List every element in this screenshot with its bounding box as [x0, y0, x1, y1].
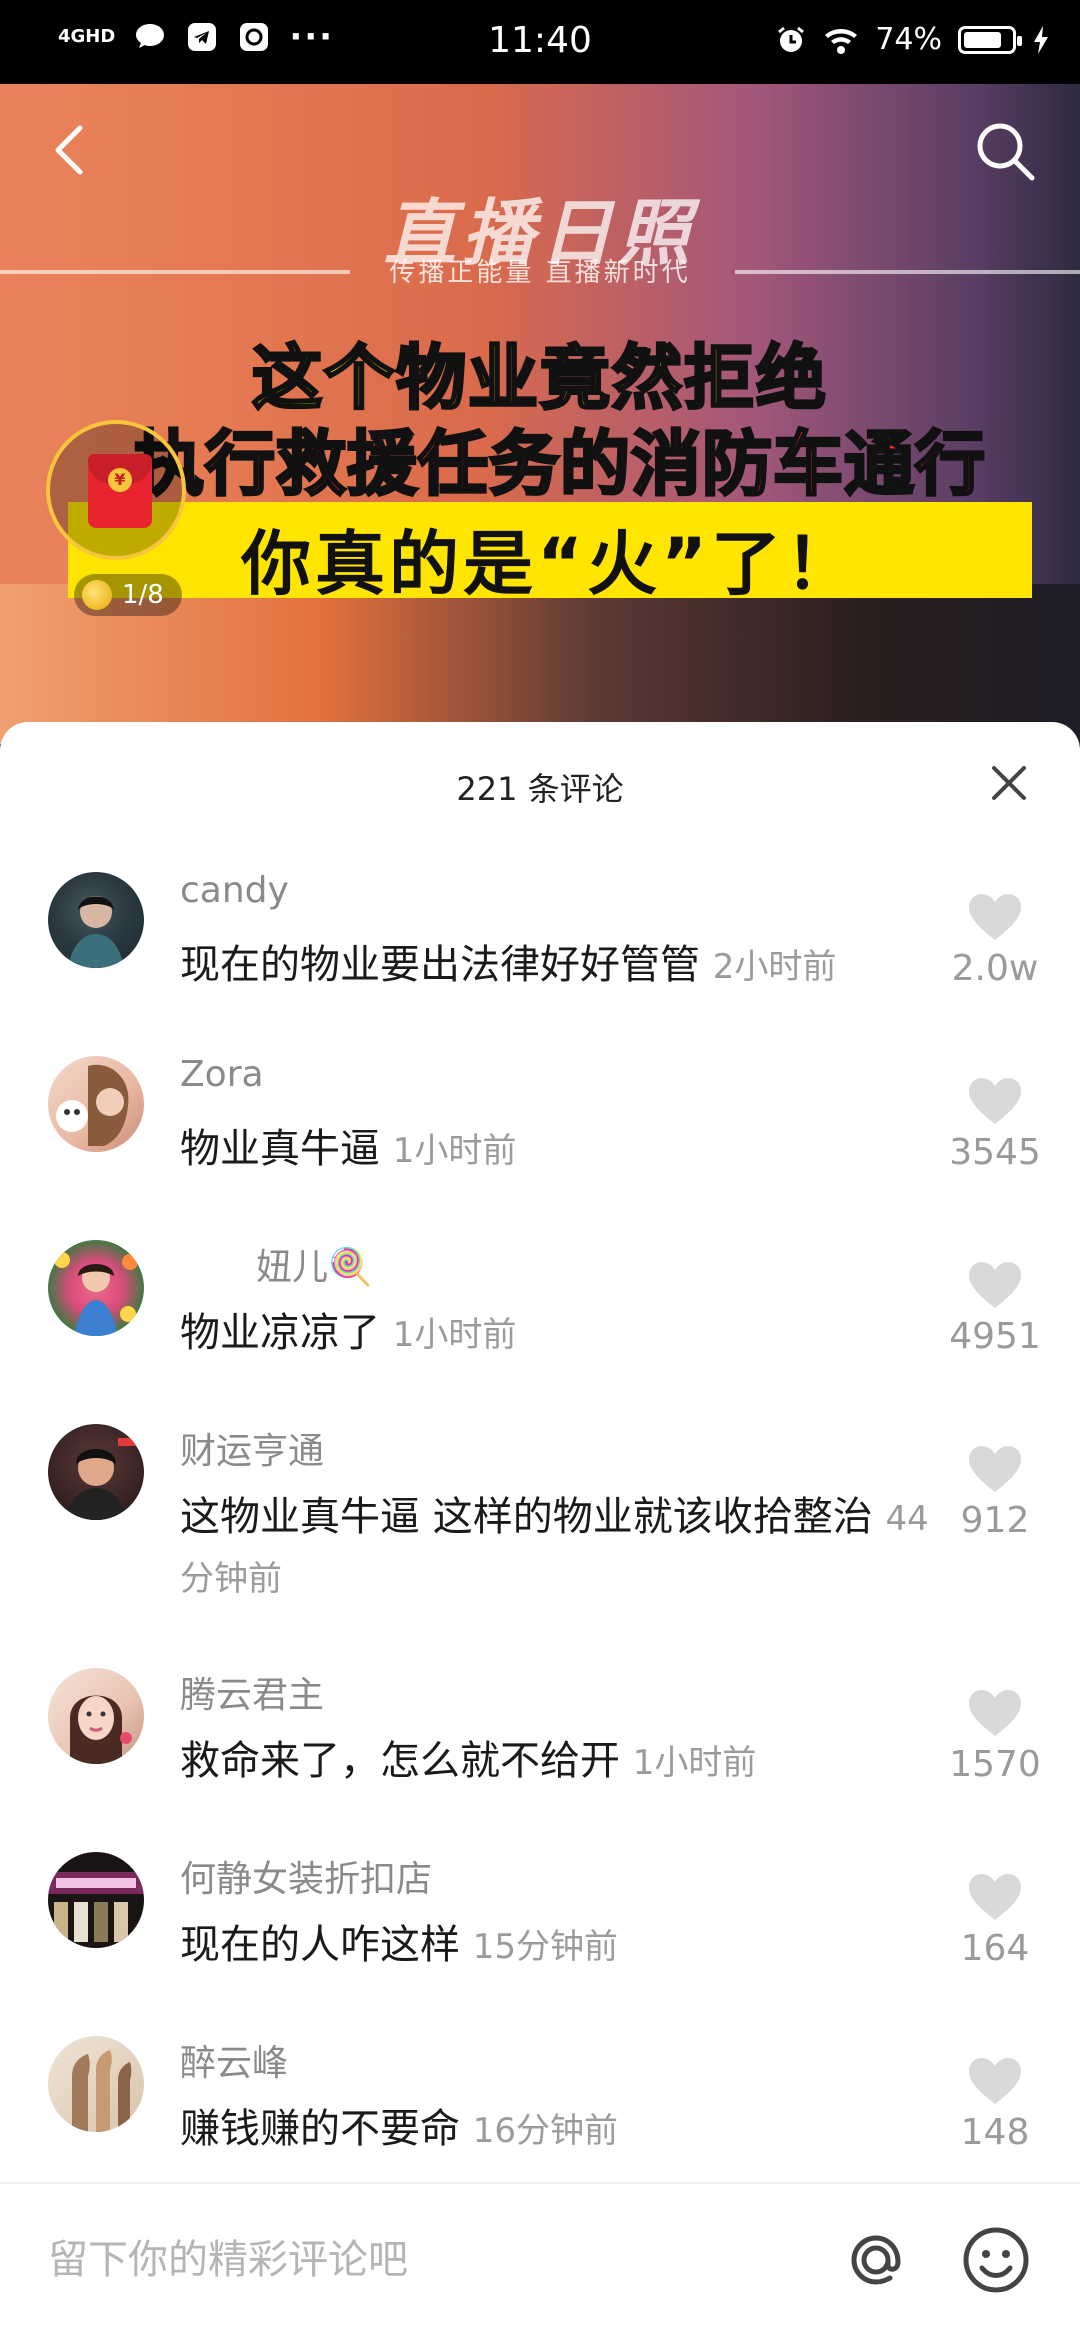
- heart-icon: [969, 894, 1021, 940]
- comment-time: 2小时前: [712, 947, 837, 987]
- comment-username[interactable]: 财运亨通: [180, 1422, 324, 1474]
- comment-item: 醉云峰 赚钱赚的不要命 16分钟前 148: [0, 2036, 1080, 2186]
- comment-username[interactable]: 妞儿🍭: [256, 1238, 373, 1290]
- comment-username[interactable]: candy: [180, 870, 289, 911]
- comment-text[interactable]: 物业真牛逼 1小时前: [180, 1120, 940, 1180]
- video-player[interactable]: 直播日照 传播正能量 直播新时代 这个物业竟然拒绝 执行救援任务的消防车通行 你…: [0, 84, 1080, 744]
- comments-sheet: 221 条评论 candy 现在的物业要出法律好好管管 2小时前 2.0w Zo…: [0, 722, 1080, 2340]
- like-count: 164: [960, 1928, 1030, 1969]
- comment-body: 这物业真牛逼 这样的物业就该收拾整治: [180, 1494, 873, 1540]
- avatar[interactable]: [48, 1424, 144, 1520]
- like-button[interactable]: 912: [940, 1444, 1050, 1541]
- heart-icon: [969, 1690, 1021, 1736]
- yuan-coin-icon: ¥: [108, 468, 132, 492]
- comment-item: 财运亨通 这物业真牛逼 这样的物业就该收拾整治 44分钟前 912: [0, 1424, 1080, 1634]
- comment-text[interactable]: 现在的人咋这样 15分钟前: [180, 1916, 940, 1976]
- video-headline-line-3: 你真的是“火”了！: [240, 523, 859, 605]
- red-packet-progress: 1/8: [122, 580, 164, 610]
- avatar[interactable]: [48, 2036, 144, 2132]
- heart-icon: [969, 1874, 1021, 1920]
- like-count: 3545: [949, 1132, 1041, 1173]
- avatar[interactable]: [48, 872, 144, 968]
- comment-username[interactable]: 何静女装折扣店: [180, 1850, 432, 1902]
- avatar[interactable]: [48, 1852, 144, 1948]
- like-button[interactable]: 1570: [940, 1688, 1050, 1785]
- emoji-icon[interactable]: [960, 2224, 1032, 2296]
- like-count: 2.0w: [951, 948, 1039, 989]
- like-button[interactable]: 164: [940, 1872, 1050, 1969]
- comment-item: candy 现在的物业要出法律好好管管 2小时前 2.0w: [0, 870, 1080, 1022]
- like-count: 4951: [949, 1316, 1041, 1357]
- comment-body: 现在的人咋这样: [180, 1922, 460, 1968]
- red-envelope-icon: ¥: [88, 454, 152, 528]
- comment-time: 1小时前: [632, 1743, 757, 1783]
- like-count: 148: [960, 2112, 1030, 2153]
- heart-icon: [969, 2058, 1021, 2104]
- like-button[interactable]: 148: [940, 2056, 1050, 2153]
- comment-body: 救命来了，怎么就不给开: [180, 1738, 620, 1784]
- video-headline-line-2: 执行救援任务的消防车通行: [133, 422, 987, 507]
- heart-icon: [969, 1262, 1021, 1308]
- comment-time: 15分钟前: [472, 1927, 618, 1967]
- comment-time: 1小时前: [392, 1131, 517, 1171]
- like-count: 912: [960, 1500, 1030, 1541]
- status-bar: 4GHD ··· 11:40 74%: [0, 0, 1080, 84]
- heart-icon: [969, 1078, 1021, 1124]
- comment-time: 1小时前: [392, 1315, 517, 1355]
- comment-text[interactable]: 现在的物业要出法律好好管管 2小时前: [180, 936, 940, 996]
- comment-text[interactable]: 物业凉凉了 1小时前: [180, 1304, 940, 1364]
- avatar[interactable]: [48, 1240, 144, 1336]
- back-arrow-icon[interactable]: [46, 120, 96, 180]
- alarm-icon: [778, 26, 805, 52]
- comment-item: 何静女装折扣店 现在的人咋这样 15分钟前 164: [0, 1852, 1080, 2002]
- like-button[interactable]: 2.0w: [940, 892, 1050, 989]
- red-packet-counter: 1/8: [74, 574, 182, 616]
- heart-icon: [969, 1446, 1021, 1492]
- comments-count-title: 221 条评论: [456, 770, 624, 808]
- comment-text[interactable]: 赚钱赚的不要命 16分钟前: [180, 2100, 940, 2160]
- mention-at-icon[interactable]: [840, 2224, 912, 2296]
- comment-time: 16分钟前: [472, 2111, 618, 2151]
- comment-body: 现在的物业要出法律好好管管: [180, 942, 700, 988]
- comment-item: 妞儿🍭 物业凉凉了 1小时前 4951: [0, 1240, 1080, 1390]
- comment-text[interactable]: 救命来了，怎么就不给开 1小时前: [180, 1732, 940, 1792]
- gold-coin-icon: [82, 580, 112, 610]
- like-button[interactable]: 3545: [940, 1076, 1050, 1173]
- comment-body: 物业真牛逼: [180, 1126, 380, 1172]
- battery-icon: [958, 25, 1022, 54]
- comment-item: 腾云君主 救命来了，怎么就不给开 1小时前 1570: [0, 1668, 1080, 1818]
- red-packet-button[interactable]: ¥: [46, 420, 186, 560]
- wifi-icon: [825, 28, 858, 54]
- like-button[interactable]: 4951: [940, 1260, 1050, 1357]
- comment-body: 物业凉凉了: [180, 1310, 380, 1356]
- comment-username[interactable]: 腾云君主: [180, 1666, 324, 1718]
- avatar[interactable]: [48, 1668, 144, 1764]
- like-count: 1570: [949, 1744, 1041, 1785]
- comment-body: 赚钱赚的不要命: [180, 2106, 460, 2152]
- comment-input[interactable]: [48, 2230, 808, 2290]
- comment-username[interactable]: 醉云峰: [180, 2034, 288, 2086]
- channel-logo-subtitle: 传播正能量 直播新时代: [389, 258, 691, 288]
- status-right-icons: 74%: [775, 22, 1050, 57]
- close-icon[interactable]: [984, 758, 1034, 808]
- avatar[interactable]: [48, 1056, 144, 1152]
- comment-text[interactable]: 这物业真牛逼 这样的物业就该收拾整治 44分钟前: [180, 1488, 940, 1608]
- comment-item: Zora 物业真牛逼 1小时前 3545: [0, 1054, 1080, 1206]
- battery-percent: 74%: [875, 22, 942, 57]
- comment-input-bar: [0, 2182, 1080, 2340]
- comment-username[interactable]: Zora: [180, 1054, 264, 1095]
- charging-icon: [1034, 25, 1048, 54]
